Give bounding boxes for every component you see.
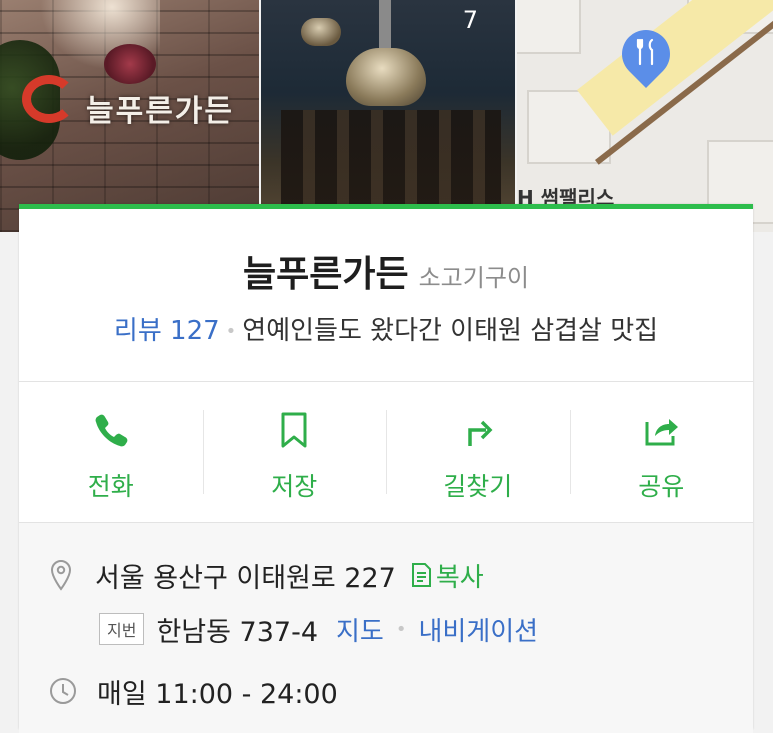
copy-address-button[interactable]: 복사: [410, 557, 484, 594]
location-pin-icon: [50, 559, 72, 591]
map-link[interactable]: 지도: [336, 611, 384, 648]
phone-icon: [95, 414, 128, 447]
directions-button[interactable]: 길찾기: [386, 382, 570, 522]
copy-icon: [411, 563, 431, 587]
info-section: 서울 용산구 이태원로 227 복사 지번 한남동 737-4 지도 • 내비게…: [19, 523, 753, 733]
place-card: 늘푸른가든 소고기구이 리뷰 127 • 연예인들도 왔다간 이태원 삼겹살 맛집 전…: [19, 204, 753, 733]
save-button[interactable]: 저장: [202, 382, 387, 522]
map-block: [517, 0, 581, 54]
jibun-address: 한남동 737-4: [156, 616, 319, 648]
share-icon: [645, 419, 679, 446]
tables-and-chairs: [281, 110, 501, 210]
storefront-photo[interactable]: 늘푸른가든: [0, 0, 259, 232]
flower-decoration: [104, 44, 156, 84]
review-link[interactable]: 리뷰 127: [114, 316, 220, 346]
address-row: 서울 용산구 이태원로 227 복사: [49, 557, 484, 594]
hours-row: 매일 11:00 - 24:00: [49, 673, 338, 710]
clock-icon: [50, 678, 76, 704]
map-thumbnail[interactable]: H 썸팰리스: [517, 0, 773, 232]
separator-dot: •: [225, 321, 237, 342]
hood-lamp: [346, 48, 426, 106]
business-hours: 매일 11:00 - 24:00: [97, 678, 338, 710]
directions-icon: [468, 420, 493, 446]
separator-dot: •: [395, 618, 407, 640]
place-name: 늘푸른가든: [242, 254, 409, 295]
fork-knife-icon: [636, 38, 654, 66]
photo-strip[interactable]: 늘푸른가든 7 H 썸팰리스: [0, 0, 773, 232]
action-label: 전화: [87, 472, 134, 501]
copy-label: 복사: [435, 562, 484, 593]
sign-logo: [22, 75, 76, 123]
jibun-row: 지번 한남동 737-4 지도 • 내비게이션: [99, 611, 538, 648]
photo-count: 7: [462, 6, 478, 34]
share-button[interactable]: 공유: [569, 382, 754, 522]
action-label: 길찾기: [443, 472, 513, 501]
jibun-badge: 지번: [99, 613, 145, 645]
map-road: [577, 0, 773, 136]
bookmark-icon: [281, 412, 307, 448]
action-label: 저장: [271, 472, 318, 501]
place-category: 소고기구이: [418, 264, 529, 292]
action-bar: 전화 저장 길찾기 공유: [19, 382, 753, 522]
hood-lamp-small: [301, 18, 341, 46]
interior-photo[interactable]: 7: [261, 0, 515, 232]
call-button[interactable]: 전화: [19, 382, 203, 522]
subtitle-row: 리뷰 127 • 연예인들도 왔다간 이태원 삼겹살 맛집: [19, 310, 753, 347]
hood-pipe: [379, 0, 391, 50]
sign-text: 늘푸른가든: [86, 94, 234, 129]
navigation-link[interactable]: 내비게이션: [418, 611, 538, 648]
road-address: 서울 용산구 이태원로 227: [95, 562, 396, 594]
place-description: 연예인들도 왔다간 이태원 삼겹살 맛집: [242, 316, 659, 346]
action-label: 공유: [638, 472, 685, 501]
title-row: 늘푸른가든 소고기구이: [19, 245, 753, 297]
